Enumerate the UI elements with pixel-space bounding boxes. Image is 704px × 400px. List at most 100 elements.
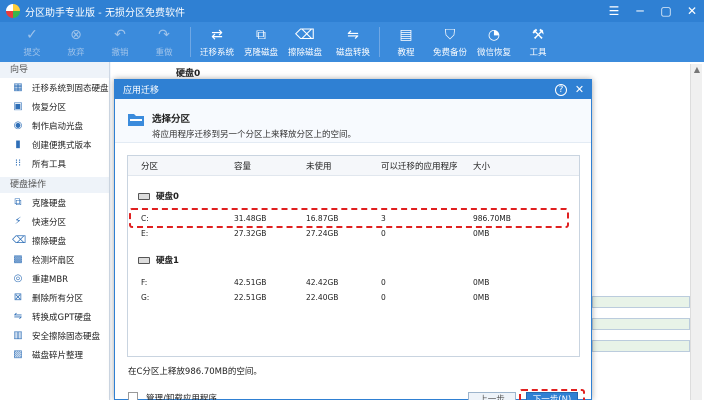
- previous-button[interactable]: 上一步: [468, 392, 516, 400]
- help-icon[interactable]: ?: [555, 84, 567, 96]
- sidebar-item-rebuild-mbr[interactable]: ◎ 重建MBR: [0, 269, 109, 288]
- redo-button[interactable]: ↷ 重做: [142, 22, 186, 62]
- backup-icon: ⛉: [444, 27, 456, 43]
- col-partition[interactable]: 分区: [141, 160, 158, 172]
- migrate-icon: ▦: [13, 81, 23, 93]
- sidebar-item-wipe-disk[interactable]: ⌫ 擦除硬盘: [0, 231, 109, 250]
- secure-erase-icon: ▥: [13, 329, 23, 341]
- discard-button[interactable]: ⊗ 放弃: [54, 22, 98, 62]
- dialog-close-icon[interactable]: ✕: [572, 82, 587, 97]
- partition-bar: [592, 296, 690, 308]
- dialog-header-subtitle: 将应用程序迁移到另一个分区上来释放分区上的空间。: [152, 130, 357, 140]
- col-capacity[interactable]: 容量: [234, 160, 251, 172]
- toolbar-separator: [379, 27, 380, 57]
- portable-icon: ▮: [15, 138, 21, 150]
- wechat-recovery-icon: ◔: [487, 27, 501, 43]
- background-partition-bars: [592, 290, 690, 362]
- wizard-heading: 向导: [0, 62, 109, 78]
- sidebar-item-clone-disk[interactable]: ⧉ 克隆硬盘: [0, 193, 109, 212]
- clone-icon: ⧉: [14, 196, 22, 208]
- clone-disk-icon: ⧉: [256, 27, 266, 43]
- wipe-disk-button[interactable]: ⌫ 擦除磁盘: [283, 22, 327, 62]
- sidebar-item-convert-gpt[interactable]: ⇋ 转换成GPT硬盘: [0, 307, 109, 326]
- delete-icon: ⊠: [13, 291, 23, 303]
- dialog-title-bar: 应用迁移 ? ✕: [115, 80, 591, 99]
- sidebar-item-recover-partition[interactable]: ▣ 恢复分区: [0, 97, 109, 116]
- tutorial-icon: ▤: [399, 27, 413, 43]
- eraser-icon: ⌫: [12, 234, 27, 246]
- cancel-icon: ⊗: [70, 27, 82, 43]
- sidebar-item-secure-erase[interactable]: ▥ 安全擦除固态硬盘: [0, 326, 109, 345]
- col-unused[interactable]: 未使用: [306, 160, 332, 172]
- sidebar-item-all-tools[interactable]: ⁝⁝ 所有工具: [0, 154, 109, 173]
- wipe-disk-icon: ⌫: [295, 27, 315, 43]
- sidebar-item-boot-disc[interactable]: ◉ 制作启动光盘: [0, 116, 109, 135]
- clone-disk-button[interactable]: ⧉ 克隆磁盘: [239, 22, 283, 62]
- wechat-recovery-button[interactable]: ◔ 微信恢复: [472, 22, 516, 62]
- disc-icon: ◉: [13, 119, 23, 131]
- sidebar-item-migrate-ssd[interactable]: ▦ 迁移系统到固态硬盘: [0, 78, 109, 97]
- partition-bar: [592, 340, 690, 352]
- disk-convert-button[interactable]: ⇋ 磁盘转换: [331, 22, 375, 62]
- manage-apps-label[interactable]: 管理/卸载应用程序: [146, 392, 217, 400]
- dialog-title: 应用迁移: [123, 86, 160, 96]
- sidebar-item-quick-partition[interactable]: ⚡ 快速分区: [0, 212, 109, 231]
- disk-group-0: 硬盘0: [138, 190, 179, 202]
- submit-button[interactable]: ✓ 提交: [10, 22, 54, 62]
- tutorial-button[interactable]: ▤ 教程: [384, 22, 428, 62]
- folder-icon: [128, 114, 144, 126]
- disk-convert-icon: ⇋: [347, 27, 359, 43]
- undo-icon: ↶: [114, 27, 126, 43]
- recover-icon: ▣: [13, 100, 23, 112]
- partition-list: 分区 容量 未使用 可以迁移的应用程序 大小 硬盘0 C: 31.48GB 16…: [127, 155, 580, 357]
- hard-disk-icon: [138, 192, 150, 200]
- col-migratable-apps[interactable]: 可以迁移的应用程序: [381, 160, 458, 172]
- manage-apps-checkbox[interactable]: [128, 392, 138, 400]
- table-row[interactable]: G: 22.51GB 22.40GB 0 0MB: [128, 293, 579, 305]
- list-header: 分区 容量 未使用 可以迁移的应用程序 大小: [128, 156, 579, 176]
- close-icon[interactable]: ✕: [684, 3, 700, 19]
- maximize-icon[interactable]: ▢: [658, 3, 674, 19]
- tools-button[interactable]: ⚒ 工具: [516, 22, 560, 62]
- migrate-system-button[interactable]: ⇄ 迁移系统: [195, 22, 239, 62]
- title-bar: 分区助手专业版 - 无损分区免费软件 ☰ ─ ▢ ✕: [0, 0, 704, 22]
- col-size[interactable]: 大小: [473, 160, 490, 172]
- sidebar: 向导 ▦ 迁移系统到固态硬盘 ▣ 恢复分区 ◉ 制作启动光盘 ▮ 创建便携式版本 ⁝⁝ 所…: [0, 62, 110, 400]
- check-sector-icon: ▩: [13, 253, 23, 265]
- sidebar-item-delete-all[interactable]: ⊠ 删除所有分区: [0, 288, 109, 307]
- window-title: 分区助手专业版 - 无损分区免费软件: [25, 7, 185, 19]
- selected-partition-highlight: [129, 208, 569, 228]
- background-disk-label: 硬盘0: [176, 69, 201, 79]
- scroll-up-icon[interactable]: ▲: [691, 64, 703, 76]
- toolbar-separator: [190, 27, 191, 57]
- dialog-header: 选择分区 将应用程序迁移到另一个分区上来释放分区上的空间。: [115, 99, 591, 143]
- menu-icon[interactable]: ☰: [606, 3, 622, 19]
- partition-bar: [592, 318, 690, 330]
- sidebar-item-portable[interactable]: ▮ 创建便携式版本: [0, 135, 109, 154]
- hard-disk-icon: [138, 256, 150, 264]
- migrate-system-icon: ⇄: [211, 27, 223, 43]
- disk-group-1: 硬盘1: [138, 254, 179, 266]
- table-row[interactable]: F: 42.51GB 42.42GB 0 0MB: [128, 278, 579, 290]
- app-logo-icon: [6, 4, 20, 18]
- mbr-icon: ◎: [13, 272, 23, 284]
- app-migration-dialog: 应用迁移 ? ✕ 选择分区 将应用程序迁移到另一个分区上来释放分区上的空间。 分…: [114, 79, 592, 400]
- grid-icon: ⁝⁝: [14, 157, 22, 169]
- free-space-info: 在C分区上释放986.70MB的空间。: [128, 367, 262, 377]
- next-button-highlight: [519, 389, 585, 400]
- tools-icon: ⚒: [531, 27, 545, 43]
- dialog-header-title: 选择分区: [152, 114, 191, 125]
- defrag-icon: ▨: [13, 348, 23, 360]
- main-scrollbar[interactable]: ▲: [690, 64, 702, 400]
- table-row[interactable]: E: 27.32GB 27.24GB 0 0MB: [128, 229, 579, 241]
- minimize-icon[interactable]: ─: [632, 3, 648, 19]
- sidebar-item-bad-sector[interactable]: ▩ 检测坏扇区: [0, 250, 109, 269]
- lightning-icon: ⚡: [14, 215, 22, 227]
- undo-button[interactable]: ↶ 撤销: [98, 22, 142, 62]
- sidebar-item-defrag[interactable]: ▨ 磁盘碎片整理: [0, 345, 109, 364]
- checkmark-icon: ✓: [26, 27, 38, 43]
- backup-button[interactable]: ⛉ 免费备份: [428, 22, 472, 62]
- disk-ops-heading: 硬盘操作: [0, 177, 109, 193]
- toolbar: ✓ 提交 ⊗ 放弃 ↶ 撤销 ↷ 重做 ⇄ 迁移系统 ⧉ 克隆磁盘 ⌫ 擦除磁盘 ⇋ 磁盘转换 …: [0, 22, 704, 62]
- convert-icon: ⇋: [13, 310, 23, 322]
